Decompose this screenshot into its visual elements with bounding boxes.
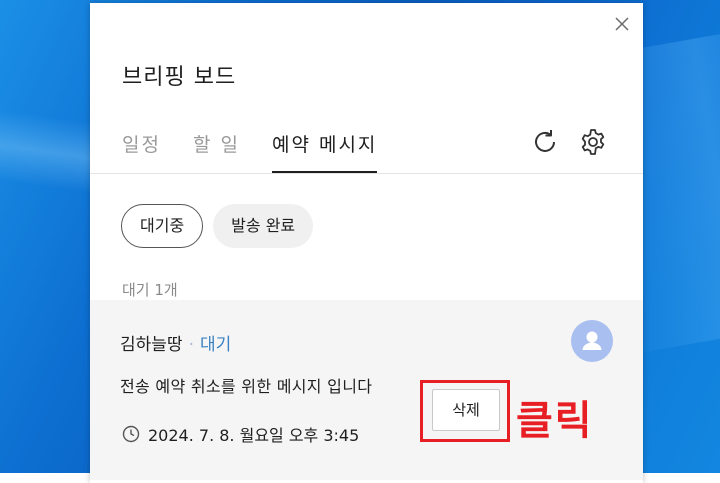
tab-bar: 일정 할 일 예약 메시지 bbox=[122, 131, 378, 173]
message-status: 대기 bbox=[199, 335, 232, 355]
delete-button[interactable]: 삭제 bbox=[432, 389, 500, 431]
message-text: 전송 예약 취소를 위한 메시지 입니다 bbox=[120, 377, 373, 396]
status-filter: 대기중 발송 완료 bbox=[121, 204, 314, 248]
tab-schedule[interactable]: 일정 bbox=[122, 131, 161, 171]
refresh-icon bbox=[535, 130, 555, 152]
tab-todo[interactable]: 할 일 bbox=[193, 131, 240, 171]
waiting-count-label: 대기 1개 bbox=[122, 281, 178, 299]
scheduled-time: 2024. 7. 8. 월요일 오후 3:45 bbox=[148, 426, 360, 445]
avatar bbox=[571, 320, 613, 362]
filter-sent-chip[interactable]: 발송 완료 bbox=[213, 204, 314, 248]
tab-scheduled-message[interactable]: 예약 메시지 bbox=[271, 131, 378, 173]
click-annotation: 클릭 bbox=[516, 398, 594, 444]
header-divider bbox=[90, 173, 643, 174]
separator-dot: · bbox=[188, 335, 194, 355]
settings-button[interactable] bbox=[578, 127, 608, 157]
gear-icon bbox=[581, 129, 605, 155]
person-icon bbox=[582, 331, 602, 350]
sender-row: 김하늘땅 · 대기 bbox=[120, 330, 231, 355]
page-title: 브리핑 보드 bbox=[122, 65, 237, 90]
refresh-button[interactable] bbox=[530, 127, 560, 157]
close-icon bbox=[615, 17, 629, 31]
clock-icon bbox=[122, 425, 140, 443]
scheduled-time-row: 2024. 7. 8. 월요일 오후 3:45 bbox=[122, 422, 359, 446]
sender-name: 김하늘땅 bbox=[120, 335, 183, 355]
close-button[interactable] bbox=[613, 15, 631, 33]
filter-waiting-chip[interactable]: 대기중 bbox=[121, 204, 204, 248]
